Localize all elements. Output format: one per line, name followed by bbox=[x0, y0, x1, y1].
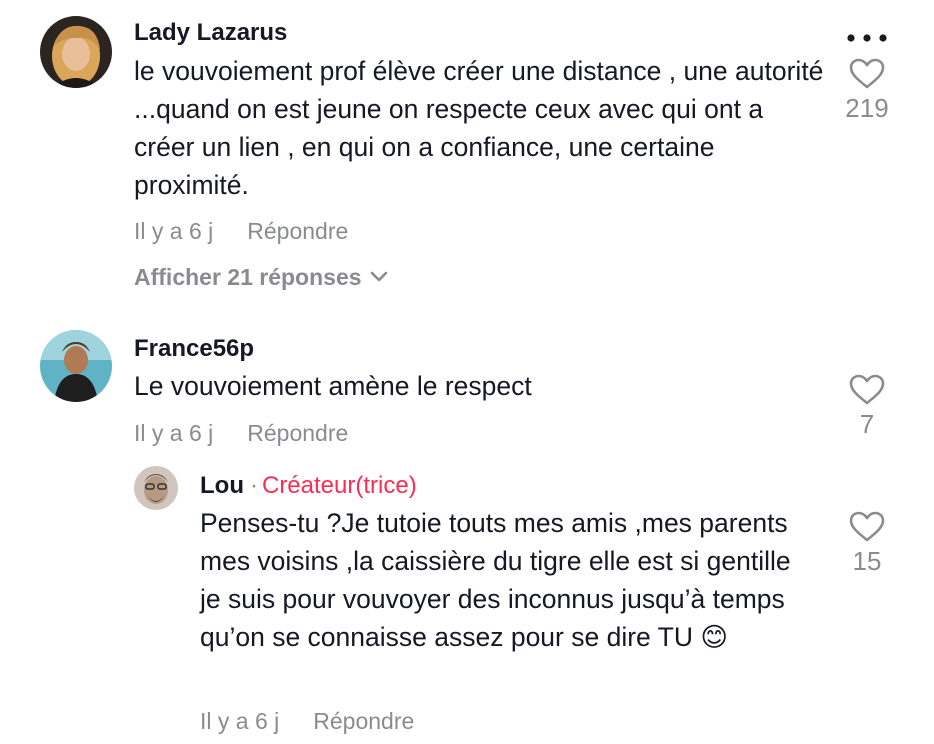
view-replies-button[interactable]: Afficher 21 réponses bbox=[134, 263, 388, 291]
like-button[interactable]: 15 bbox=[832, 511, 902, 577]
heart-outline-icon bbox=[849, 511, 885, 542]
separator: · bbox=[249, 472, 258, 499]
comment-meta: Il y a 6 j Répondre bbox=[134, 419, 348, 447]
comment-username[interactable]: Lady Lazarus bbox=[134, 18, 287, 48]
like-count: 219 bbox=[845, 93, 889, 123]
reply-button[interactable]: Répondre bbox=[313, 708, 414, 734]
more-options-icon[interactable] bbox=[846, 33, 888, 43]
comment-timestamp: Il y a 6 j bbox=[200, 708, 280, 734]
comment-timestamp: Il y a 6 j bbox=[134, 420, 214, 446]
heart-outline-icon bbox=[849, 374, 885, 405]
comment-timestamp: Il y a 6 j bbox=[134, 218, 214, 244]
reply-button[interactable]: Répondre bbox=[247, 420, 348, 446]
avatar[interactable] bbox=[134, 466, 178, 510]
creator-badge: Créateur(trice) bbox=[261, 472, 417, 499]
reply-button[interactable]: Répondre bbox=[247, 218, 348, 244]
comment-meta: Il y a 6 j Répondre bbox=[200, 707, 414, 735]
view-replies-label: Afficher 21 réponses bbox=[134, 264, 362, 290]
like-count: 7 bbox=[859, 409, 875, 439]
comment-username[interactable]: Lou bbox=[200, 472, 244, 499]
comment-meta: Il y a 6 j Répondre bbox=[134, 217, 348, 245]
comment-username[interactable]: France56p bbox=[134, 334, 254, 364]
comment-text: Penses-tu ?Je tutoie touts mes amis ,mes… bbox=[200, 508, 791, 652]
like-button[interactable]: 219 bbox=[832, 58, 902, 124]
comment-text: le vouvoiement prof élève créer une dist… bbox=[134, 56, 824, 200]
like-count: 15 bbox=[852, 546, 882, 576]
heart-outline-icon bbox=[849, 58, 885, 89]
chevron-down-icon bbox=[370, 271, 387, 282]
reply-username-row: Lou · Créateur(trice) bbox=[200, 471, 417, 501]
like-button[interactable]: 7 bbox=[832, 374, 902, 440]
avatar[interactable] bbox=[40, 16, 112, 88]
avatar[interactable] bbox=[40, 330, 112, 402]
comment-text: Le vouvoiement amène le respect bbox=[134, 371, 532, 401]
